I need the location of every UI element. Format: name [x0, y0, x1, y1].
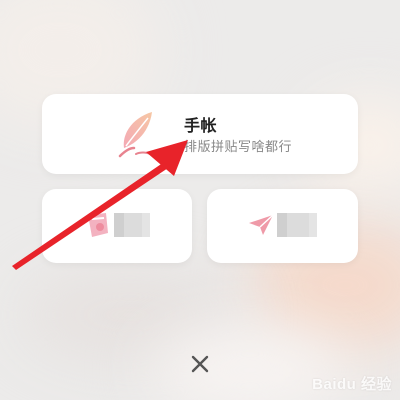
option-subtitle: 排版拼贴写啥都行	[184, 140, 293, 155]
journal-option-card[interactable]: 手帐 排版拼贴写啥都行	[42, 94, 358, 174]
feather-quill-icon	[118, 112, 152, 158]
pixelated-label	[114, 213, 150, 237]
pixelated-label	[277, 213, 317, 237]
option-title: 手帐	[184, 116, 218, 135]
hidden-option-card-left[interactable]	[42, 189, 192, 263]
hidden-option-card-right[interactable]	[207, 189, 358, 263]
close-icon[interactable]	[188, 352, 212, 376]
pink-sticker-icon	[88, 213, 108, 237]
baidu-watermark: Baidu 经验	[312, 376, 392, 393]
pink-plane-icon	[249, 214, 274, 235]
popup-screen: 手帐 排版拼贴写啥都行 Baidu 经验	[0, 0, 400, 400]
